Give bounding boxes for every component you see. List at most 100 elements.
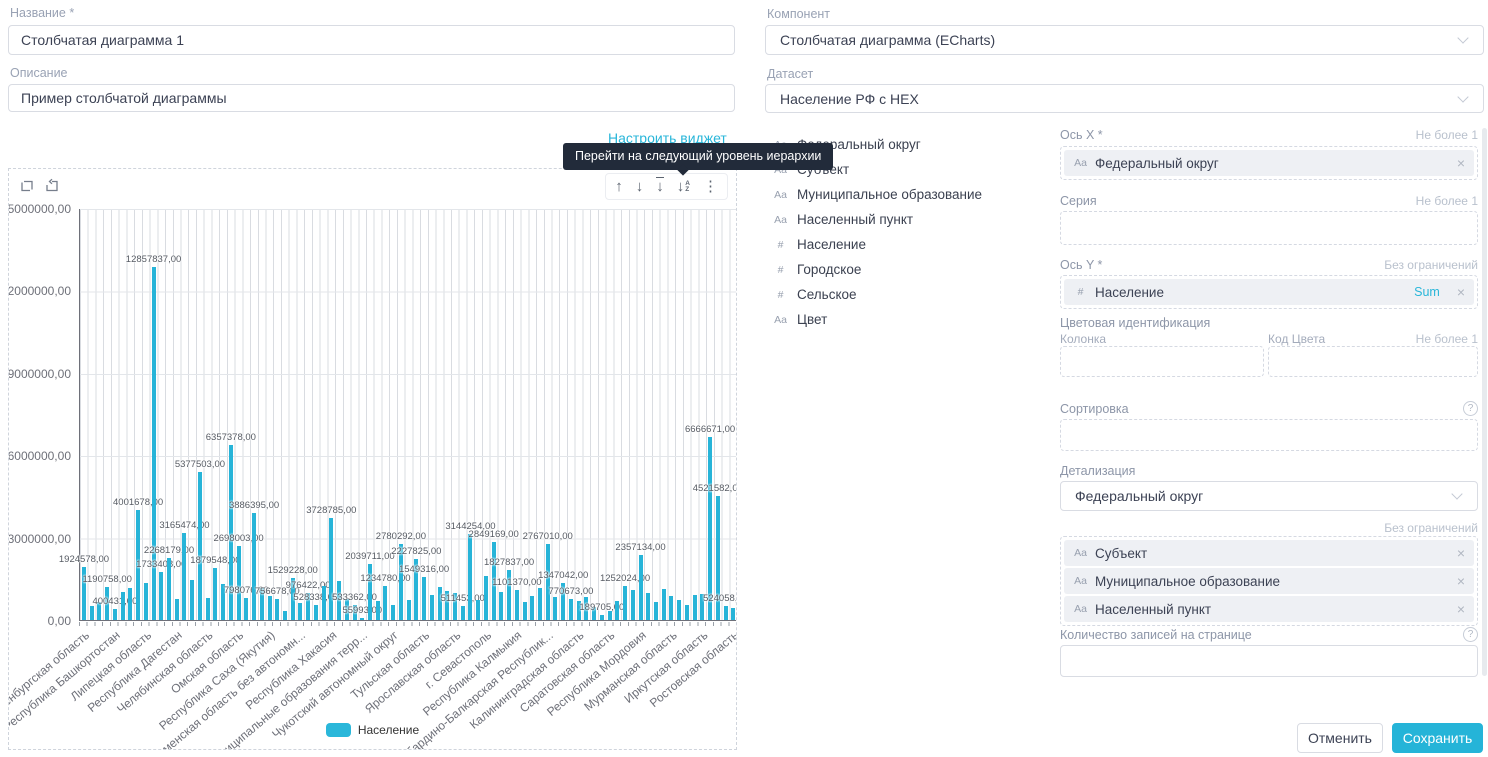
field-item[interactable]: AaМуниципальное образование [772,182,982,207]
bar[interactable] [90,606,94,620]
drilldown-dropzone[interactable]: AaСубъект×AaМуниципальное образование×Aa… [1060,536,1478,626]
bar[interactable] [144,583,148,620]
bar[interactable] [615,601,619,620]
bar[interactable] [553,597,557,620]
bar[interactable] [314,605,318,620]
bar[interactable] [685,605,689,620]
aggregation-tag[interactable]: Sum [1414,285,1440,299]
bar[interactable] [182,533,186,620]
bar[interactable] [631,590,635,620]
drilldown-select[interactable]: Федеральный округ [1060,481,1478,511]
save-button[interactable]: Сохранить [1392,723,1483,753]
remove-chip-icon[interactable]: × [1457,546,1465,560]
scrollbar[interactable] [1482,128,1487,676]
bar[interactable] [298,603,302,620]
page-size-input[interactable] [1060,645,1478,677]
bar[interactable] [461,606,465,620]
bar[interactable] [499,592,503,620]
description-input[interactable]: Пример столбчатой диаграммы [8,84,735,112]
level-up-icon[interactable]: ↑ [615,178,623,196]
sorting-dropzone[interactable] [1060,419,1478,451]
component-select[interactable]: Столбчатая диаграмма (ECharts) [765,25,1484,55]
bar[interactable] [468,534,472,620]
bar[interactable] [190,580,194,620]
bar[interactable] [213,568,217,620]
bar[interactable] [113,609,117,620]
cancel-button[interactable]: Отменить [1297,723,1383,753]
bar[interactable] [237,546,241,620]
bar[interactable] [159,572,163,620]
bar[interactable] [569,599,573,620]
bar[interactable] [523,602,527,620]
bar[interactable] [662,589,666,620]
remove-chip-icon[interactable]: × [1457,285,1465,299]
bar[interactable] [206,598,210,620]
field-item[interactable]: #Население [772,232,982,257]
bar[interactable] [639,555,643,620]
color-column-dropzone[interactable] [1060,346,1264,377]
level-down-icon[interactable]: ↓ [636,178,644,196]
bar[interactable] [600,615,604,620]
bar[interactable] [360,618,364,620]
bar[interactable] [646,593,650,620]
bar[interactable] [121,592,125,620]
bar[interactable] [654,602,658,620]
bar[interactable] [677,600,681,620]
bar[interactable] [693,595,697,620]
field-item[interactable]: AaНаселенный пункт [772,207,982,232]
bar[interactable] [329,518,333,620]
field-chip[interactable]: AaСубъект× [1064,540,1474,566]
remove-chip-icon[interactable]: × [1457,156,1465,170]
bar[interactable] [530,596,534,620]
field-chip[interactable]: #НаселениеSum× [1064,279,1474,305]
bar[interactable] [283,611,287,620]
field-item[interactable]: #Сельское [772,282,982,307]
kebab-menu-icon[interactable]: ⋮ [703,178,718,196]
bar[interactable] [515,590,519,620]
next-hierarchy-level-icon[interactable]: ↓ [656,177,664,196]
bar[interactable] [608,611,612,620]
field-item[interactable]: AaЦвет [772,307,982,332]
bar[interactable] [128,588,132,620]
bar[interactable] [538,588,542,620]
bar[interactable] [623,586,627,620]
bar[interactable] [383,586,387,620]
bar[interactable] [391,605,395,620]
bar[interactable] [484,576,488,620]
bar[interactable] [167,558,171,620]
bar[interactable] [724,606,728,620]
bar[interactable] [476,600,480,620]
bar[interactable] [430,595,434,620]
zoom-reset-icon[interactable] [44,178,60,194]
series-dropzone[interactable] [1060,211,1478,245]
bar[interactable] [731,608,735,620]
bar[interactable] [244,598,248,620]
bar[interactable] [322,586,326,620]
field-item[interactable]: #Городское [772,257,982,282]
remove-chip-icon[interactable]: × [1457,574,1465,588]
sort-az-icon[interactable]: ↓ AZ [677,178,690,196]
field-chip[interactable]: AaФедеральный округ× [1064,150,1474,176]
dataset-select[interactable]: Население РФ с HEX [765,84,1484,113]
bar[interactable] [669,596,673,620]
sorting-help-icon[interactable]: ? [1463,401,1478,416]
zoom-select-icon[interactable] [19,178,35,194]
bar[interactable] [546,544,550,620]
bar[interactable] [175,599,179,620]
bar[interactable] [252,513,256,620]
name-input[interactable]: Столбчатая диаграмма 1 [8,25,735,55]
bar[interactable] [198,472,202,620]
bar[interactable] [268,596,272,620]
bar[interactable] [376,601,380,620]
field-chip[interactable]: AaНаселенный пункт× [1064,596,1474,622]
chart-legend[interactable]: Население [9,723,736,737]
bar[interactable] [275,599,279,620]
color-code-dropzone[interactable] [1268,346,1478,377]
bar[interactable] [422,577,426,620]
y-axis-dropzone[interactable]: #НаселениеSum× [1060,275,1478,309]
page-size-help-icon[interactable]: ? [1463,627,1478,642]
field-chip[interactable]: AaМуниципальное образование× [1064,568,1474,594]
bar[interactable] [407,600,411,620]
remove-chip-icon[interactable]: × [1457,602,1465,616]
x-axis-dropzone[interactable]: AaФедеральный округ× [1060,146,1478,180]
